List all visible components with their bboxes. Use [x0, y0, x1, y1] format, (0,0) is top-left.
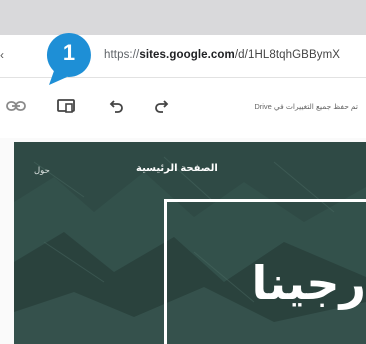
preview-icon[interactable] [55, 95, 77, 117]
url-text[interactable]: https://sites.google.com/d/1HL8tqhGBBymX [104, 49, 340, 61]
hero-title[interactable]: رجينا [166, 260, 366, 306]
url-scheme: https:// [104, 49, 140, 61]
link-icon[interactable] [5, 95, 27, 117]
url-domain: sites.google.com [139, 49, 235, 61]
step-callout-badge: 1 [41, 30, 97, 86]
back-button-edge[interactable]: ‹ [0, 48, 6, 64]
nav-link-home[interactable]: الصفحة الرئيسية [136, 163, 218, 174]
undo-icon[interactable] [106, 95, 128, 117]
step-number: 1 [62, 40, 76, 65]
save-status-text: تم حفظ جميع التغييرات في Drive [254, 102, 358, 111]
nav-link-about[interactable]: حول [34, 165, 50, 176]
redo-icon[interactable] [150, 95, 172, 117]
site-preview-canvas[interactable]: الصفحة الرئيسية حول رجينا [14, 142, 366, 344]
editor-toolbar: تم حفظ جميع التغييرات في Drive [0, 78, 366, 138]
url-path: /d/1HL8tqhGBBymX [234, 49, 341, 61]
